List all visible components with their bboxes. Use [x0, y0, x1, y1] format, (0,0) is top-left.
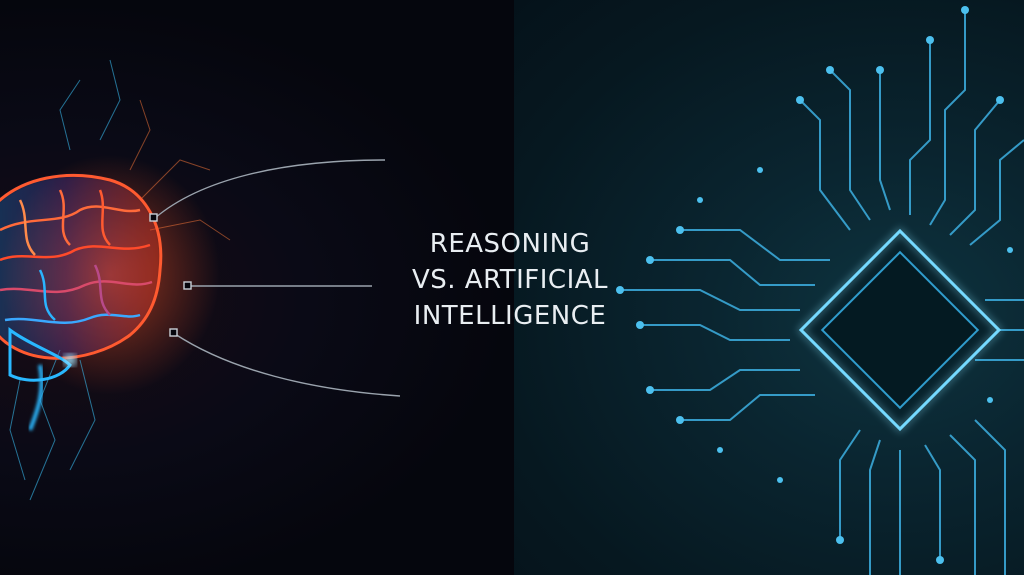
headline-line-2: VS. ARTIFICIAL	[411, 265, 609, 295]
brain-icon	[0, 59, 231, 501]
headline-line-3: INTELLIGENCE	[413, 301, 607, 331]
hero-image: REASONING VS. ARTIFICIAL INTELLIGENCE	[0, 0, 1024, 575]
headline: REASONING VS. ARTIFICIAL INTELLIGENCE	[360, 226, 660, 334]
headline-line-1: REASONING	[429, 229, 591, 259]
circuit-chip-icon	[616, 6, 1024, 575]
